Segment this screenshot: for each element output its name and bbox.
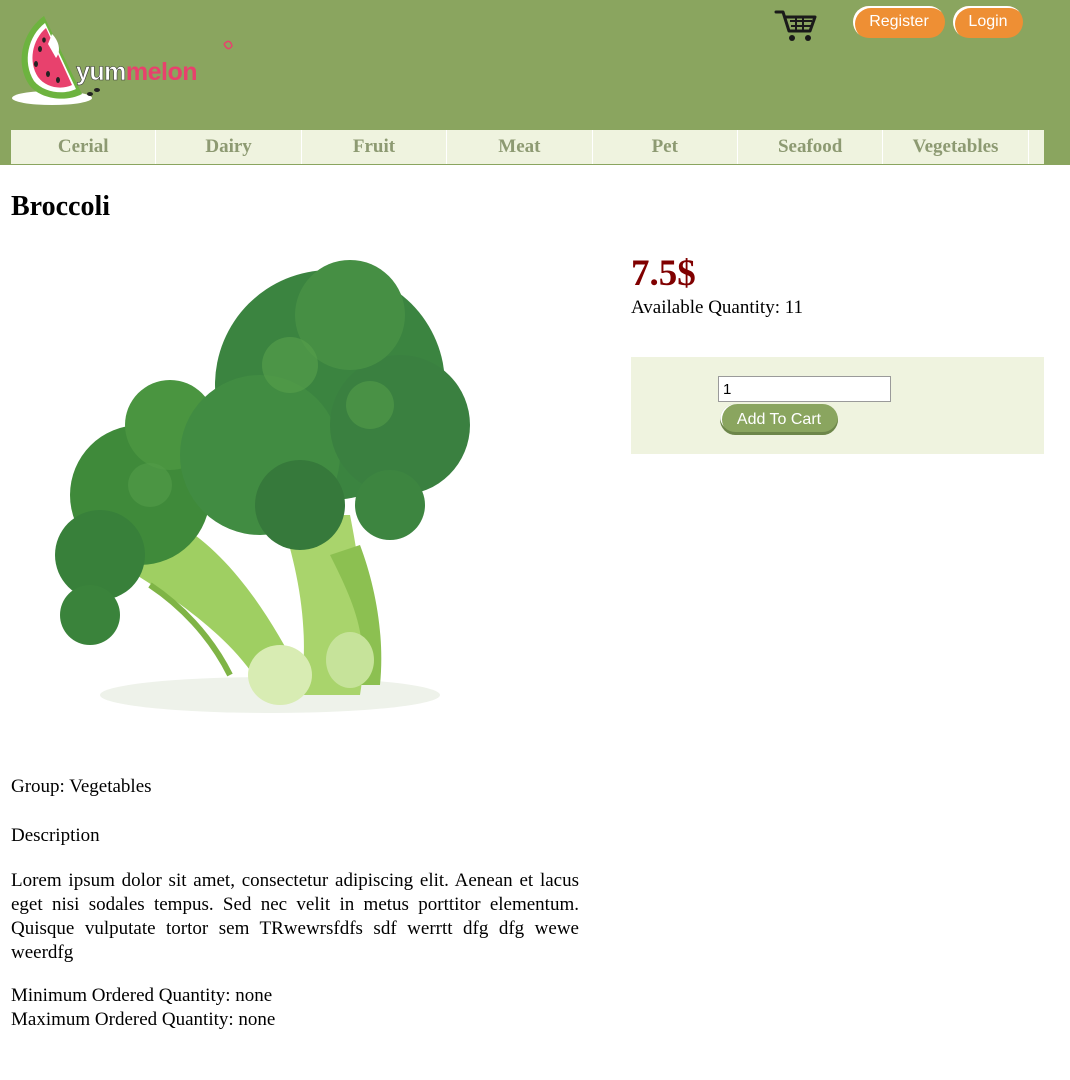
nav-item-dairy[interactable]: Dairy xyxy=(156,130,302,164)
add-to-cart-button[interactable]: Add To Cart xyxy=(720,404,838,435)
nav-item-vegetables[interactable]: Vegetables xyxy=(883,130,1029,164)
logo-text-melon: melon xyxy=(125,58,198,86)
site-header: yummelon Register Login Cerial Dairy Fru… xyxy=(0,0,1070,165)
register-button[interactable]: Register xyxy=(853,6,945,38)
nav-item-seafood[interactable]: Seafood xyxy=(738,130,884,164)
quantity-input[interactable] xyxy=(718,376,891,402)
product-price: 7.5$ xyxy=(631,253,696,294)
nav-item-meat[interactable]: Meat xyxy=(447,130,593,164)
product-title: Broccoli xyxy=(11,191,111,222)
nav-item-fruit[interactable]: Fruit xyxy=(302,130,448,164)
shopping-cart-icon[interactable] xyxy=(774,9,818,43)
add-to-cart-panel: Add To Cart xyxy=(631,357,1044,454)
nav-item-cerial[interactable]: Cerial xyxy=(11,130,157,164)
nav-item-pet[interactable]: Pet xyxy=(593,130,738,164)
site-logo[interactable]: yummelon xyxy=(12,14,242,109)
maximum-ordered-quantity: Maximum Ordered Quantity: none xyxy=(11,1009,276,1030)
description-label: Description xyxy=(11,825,100,846)
logo-text: yummelon xyxy=(76,58,198,87)
broccoli-image xyxy=(30,255,500,725)
product-group: Group: Vegetables xyxy=(11,776,152,797)
minimum-ordered-quantity: Minimum Ordered Quantity: none xyxy=(11,985,273,1006)
logo-text-yum: yum xyxy=(76,58,127,87)
product-description: Lorem ipsum dolor sit amet, consectetur … xyxy=(11,870,579,963)
available-quantity: Available Quantity: 11 xyxy=(631,297,804,318)
login-button[interactable]: Login xyxy=(953,6,1023,38)
category-nav: Cerial Dairy Fruit Meat Pet Seafood Vege… xyxy=(11,130,1044,164)
